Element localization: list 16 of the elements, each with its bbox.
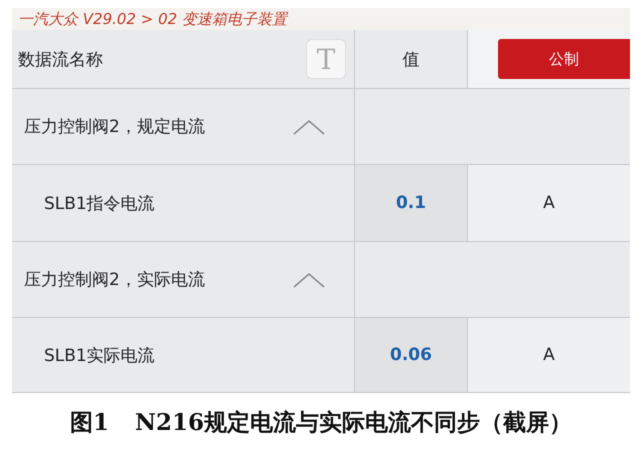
chevron-up-icon[interactable] [292, 270, 326, 288]
parameter-unit: A [543, 345, 555, 365]
breadcrumb: 一汽大众 V29.02 > 02 变速箱电子装置 [12, 8, 630, 30]
parameter-value: 0.1 [396, 193, 426, 213]
column-header: 数据流名称 [18, 48, 103, 70]
parameter-unit: A [543, 193, 555, 213]
column-header: 值 [402, 48, 420, 70]
unit-button[interactable]: 公制 [498, 39, 630, 79]
group-title: 压力控制阀2，实际电流 [24, 269, 205, 291]
parameter-name: SLB1实际电流 [44, 344, 155, 366]
parameter-name: SLB1指令电流 [44, 192, 155, 214]
figure-number: 图1 [70, 408, 109, 438]
parameter-value: 0.06 [390, 345, 432, 365]
group-title: 压力控制阀2，规定电流 [24, 116, 205, 138]
chevron-up-icon[interactable] [292, 118, 326, 136]
figure-caption: N216规定电流与实际电流不同步（截屏） [134, 408, 572, 438]
